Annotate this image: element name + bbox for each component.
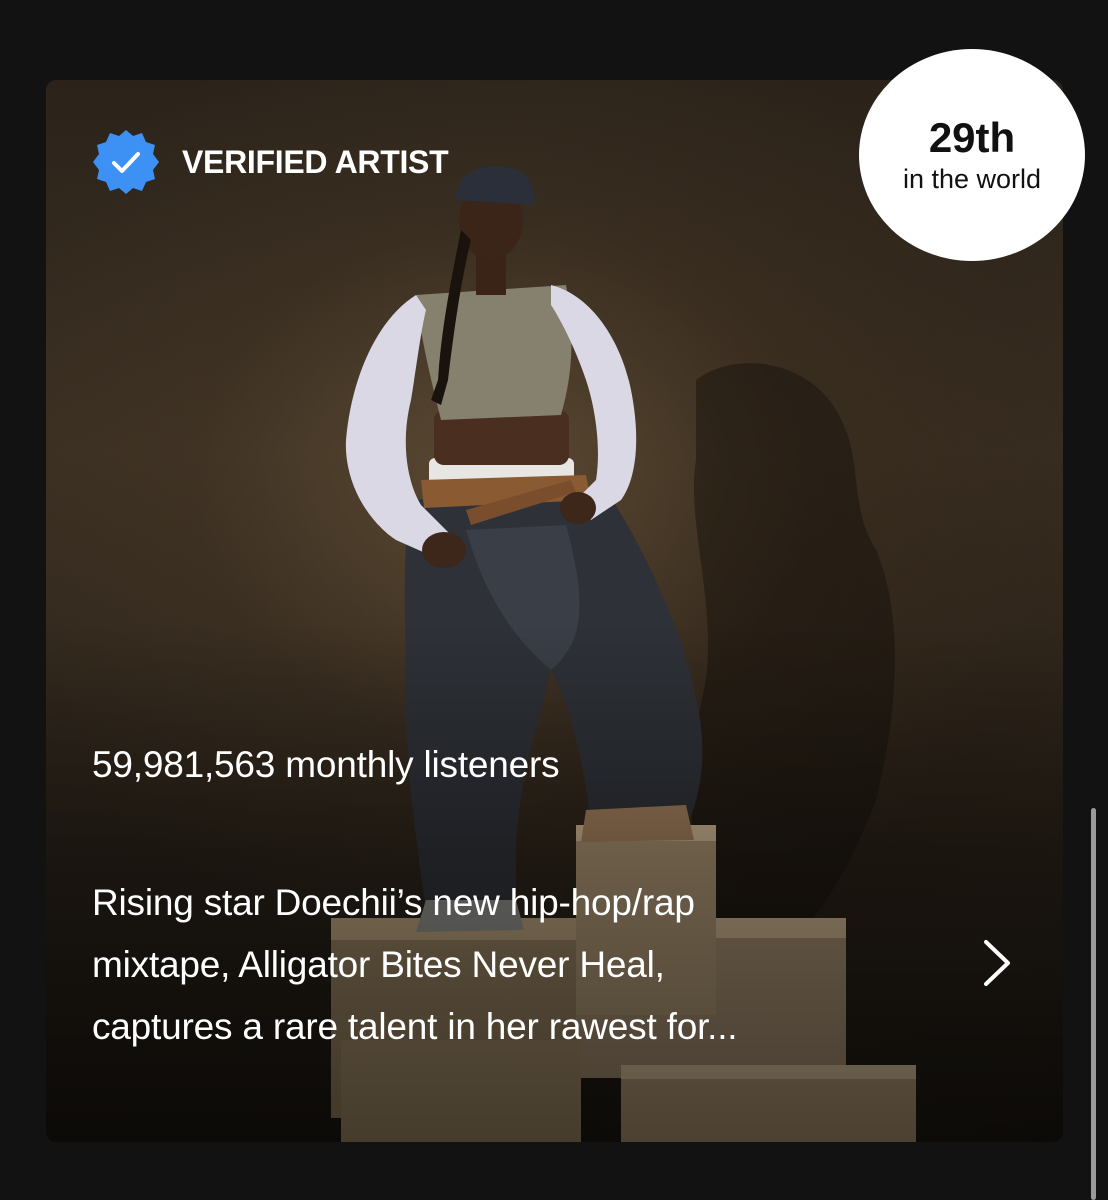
scrollbar[interactable]: [1091, 808, 1096, 1200]
monthly-listeners: 59,981,563 monthly listeners: [92, 744, 560, 785]
page: VERIFIED ARTIST 59,981,563 monthly liste…: [0, 0, 1108, 1200]
world-rank-badge: 29th in the world: [859, 49, 1085, 261]
world-rank-caption: in the world: [902, 164, 1042, 194]
verified-artist-label: VERIFIED ARTIST: [182, 143, 449, 180]
artist-bio[interactable]: Rising star Doechii’s new hip-hop/rap mi…: [92, 872, 922, 1058]
world-rank-value: 29th: [928, 114, 1016, 161]
bio-line: mixtape, Alligator Bites Never Heal,: [92, 944, 665, 985]
verified-badge-icon: [93, 130, 159, 194]
chevron-right-icon[interactable]: [976, 936, 1020, 990]
bio-line: captures a rare talent in her rawest for…: [92, 1006, 738, 1047]
bio-line: Rising star Doechii’s new hip-hop/rap: [92, 882, 695, 923]
verified-artist-row: VERIFIED ARTIST: [92, 128, 449, 196]
